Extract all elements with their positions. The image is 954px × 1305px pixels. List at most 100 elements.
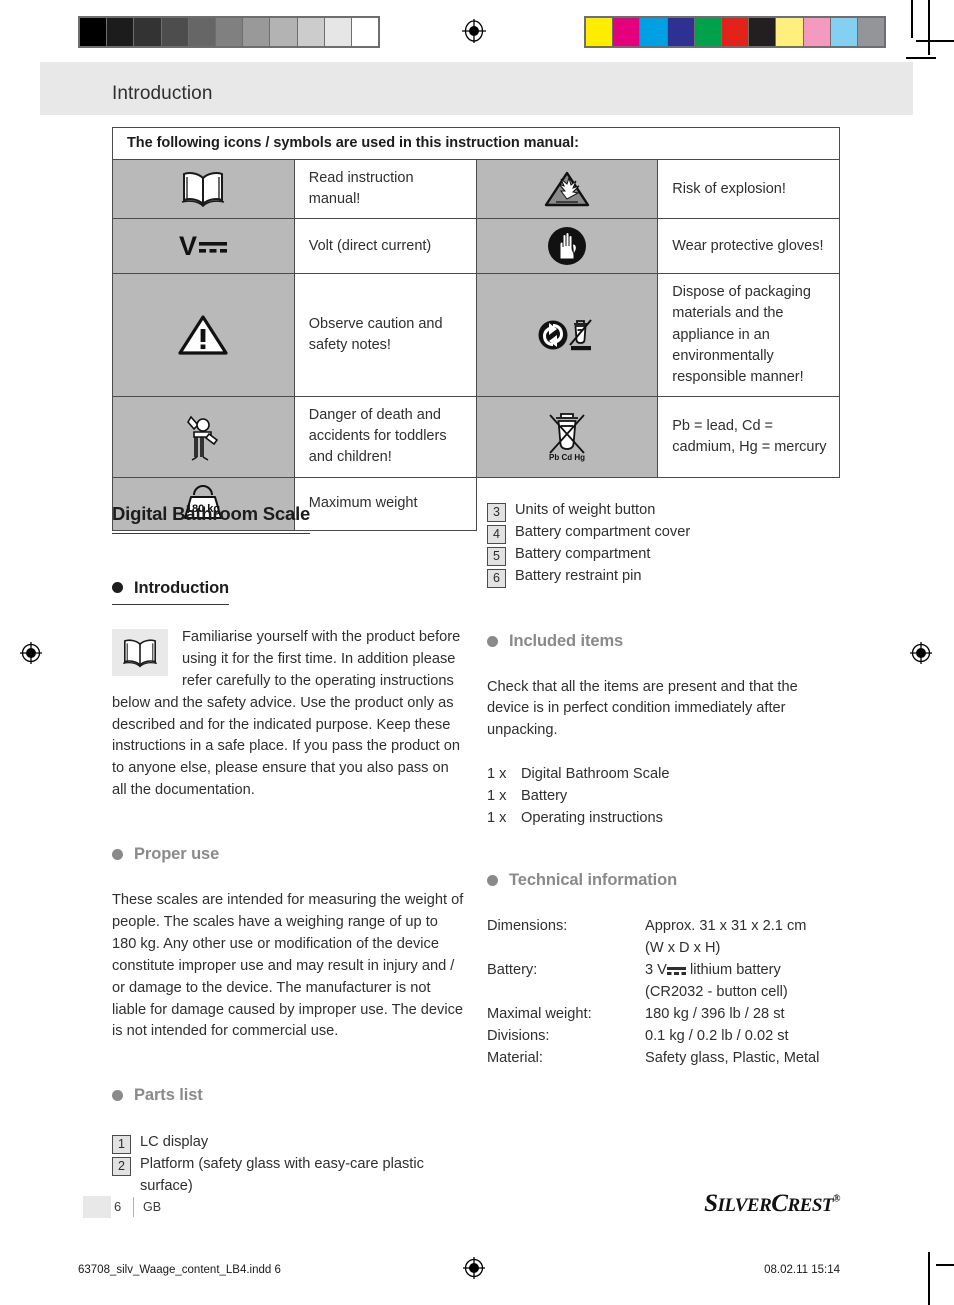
bullet-icon xyxy=(487,635,498,647)
color-swatch xyxy=(134,18,162,46)
spec-value-suffix: lithium battery xyxy=(689,962,781,979)
crop-mark-tr-h2 xyxy=(906,57,936,59)
symbol-description: Dispose of packaging materials and the a… xyxy=(657,273,840,398)
brand-s: S xyxy=(704,1190,718,1217)
spec-row: (W x D x H) xyxy=(487,938,839,960)
crop-mark-br-h1 xyxy=(936,1264,954,1266)
print-timestamp: 08.02.11 15:14 xyxy=(764,1264,840,1276)
color-swatch xyxy=(640,18,668,46)
color-swatch xyxy=(324,18,352,46)
explosion-risk-icon xyxy=(475,158,659,220)
color-swatch xyxy=(613,18,641,46)
item-label: Battery xyxy=(521,787,568,804)
spec-value: 3 V lithium battery xyxy=(645,960,839,982)
color-swatch xyxy=(830,18,858,46)
part-number-badge: 2 xyxy=(112,1156,131,1176)
registration-mark-right xyxy=(908,640,934,666)
registration-mark-bottom xyxy=(461,1255,487,1281)
section-heading-label: Parts list xyxy=(134,1086,203,1105)
part-number-badge: 1 xyxy=(112,1134,131,1154)
crop-mark-tr-v1 xyxy=(911,0,913,38)
section-heading-technical-information: Technical information xyxy=(487,868,839,893)
part-number-badge: 3 xyxy=(487,503,506,522)
included-items-body: Check that all the items are present and… xyxy=(487,678,798,739)
warning-triangle-icon xyxy=(112,273,295,398)
table-row: Read instruction manual! Risk of explosi… xyxy=(112,158,840,220)
section-heading-included-items: Included items xyxy=(487,629,839,654)
symbols-legend-table: The following icons / symbols are used i… xyxy=(112,127,840,531)
section-heading-label: Proper use xyxy=(134,844,220,863)
color-swatch xyxy=(857,18,885,46)
grayscale-color-bar xyxy=(78,16,380,48)
color-swatch xyxy=(351,18,379,46)
section-heading-label: Introduction xyxy=(134,578,230,597)
color-swatch xyxy=(188,18,216,46)
bullet-icon xyxy=(112,582,123,594)
spec-row-battery: Battery: 3 V lithium battery xyxy=(487,960,839,982)
crop-mark-tr-v2 xyxy=(928,0,930,55)
list-item: 1 x Battery xyxy=(487,786,839,808)
bullet-icon xyxy=(487,874,498,886)
page-number: 6 xyxy=(114,1199,122,1214)
spec-key: Battery: xyxy=(487,962,538,979)
item-label: Digital Bathroom Scale xyxy=(521,766,670,783)
color-swatch xyxy=(80,18,108,46)
spec-row: Material: Safety glass, Plastic, Metal xyxy=(487,1048,839,1070)
part-label: Battery compartment cover xyxy=(515,524,691,540)
color-swatch xyxy=(694,18,722,46)
symbol-description: Observe caution and safety notes! xyxy=(293,273,477,398)
part-label: Units of weight button xyxy=(515,502,656,518)
page-title: Introduction xyxy=(112,83,213,104)
symbol-description: Danger of death and accidents for toddle… xyxy=(293,396,477,478)
bullet-icon xyxy=(112,1089,123,1101)
print-source-file: 63708_silv_Waage_content_LB4.indd 6 xyxy=(78,1264,281,1276)
registration-mark-left xyxy=(18,640,44,666)
spec-row: Maximal weight: 180 kg / 396 lb / 28 st xyxy=(487,1004,839,1026)
quantity: 1 x xyxy=(487,809,507,826)
section-heading-introduction: Introduction xyxy=(112,576,229,606)
part-number-badge: 5 xyxy=(487,547,506,566)
part-number-badge: 6 xyxy=(487,569,506,588)
spec-value: (W x D x H) xyxy=(645,940,721,957)
recycling-and-weee-icon xyxy=(475,273,659,398)
left-text-column: Digital Bathroom Scale Introduction Fami… xyxy=(112,500,464,1198)
section-heading-label: Included items xyxy=(509,632,624,650)
color-swatch xyxy=(586,18,614,46)
list-item: 1 LC display xyxy=(112,1132,464,1154)
volt-direct-current-icon: V xyxy=(112,218,295,275)
symbol-description: Risk of explosion! xyxy=(657,158,840,220)
open-book-icon xyxy=(112,629,168,677)
brand-ilver: ILVER xyxy=(717,1195,772,1216)
footer-page-marker xyxy=(83,1196,111,1218)
product-title: Digital Bathroom Scale xyxy=(112,500,310,534)
list-item: 2 Platform (safety glass with easy-care … xyxy=(112,1154,464,1198)
spec-value: Approx. 31 x 31 x 2.1 cm xyxy=(645,918,807,935)
symbol-description: Volt (direct current) xyxy=(293,218,477,275)
part-label: Battery restraint pin xyxy=(515,568,642,584)
spec-row: Dimensions: Approx. 31 x 31 x 2.1 cm xyxy=(487,916,839,938)
section-heading-proper-use: Proper use xyxy=(112,842,464,867)
color-swatch xyxy=(667,18,695,46)
svg-text:V: V xyxy=(179,231,197,261)
brand-c: C xyxy=(771,1190,788,1217)
introduction-paragraph-wrapper: Familiarise yourself with the product be… xyxy=(112,627,464,802)
proper-use-body: These scales are intended for measuring … xyxy=(112,892,464,1040)
spec-key xyxy=(487,938,645,960)
bullet-icon xyxy=(112,848,123,860)
registration-mark-top xyxy=(461,18,487,44)
spec-value: 0.1 kg / 0.2 lb / 0.02 st xyxy=(645,1027,789,1044)
list-item: 1 x Operating instructions xyxy=(487,808,839,830)
item-label: Operating instructions xyxy=(521,809,663,826)
open-book-icon xyxy=(112,158,295,220)
direct-current-icon xyxy=(666,964,686,975)
color-swatch xyxy=(270,18,298,46)
section-heading-label: Technical information xyxy=(509,870,678,889)
protective-gloves-icon xyxy=(475,218,659,275)
part-number-badge: 4 xyxy=(487,525,506,544)
color-swatch xyxy=(243,18,271,46)
brand-rest: REST xyxy=(787,1195,834,1216)
spec-row: (CR2032 - button cell) xyxy=(487,982,839,1004)
right-text-column: 3 Units of weight button 4 Battery compa… xyxy=(487,500,839,1070)
quantity: 1 x xyxy=(487,766,507,783)
table-row: Danger of death and accidents for toddle… xyxy=(112,396,840,478)
